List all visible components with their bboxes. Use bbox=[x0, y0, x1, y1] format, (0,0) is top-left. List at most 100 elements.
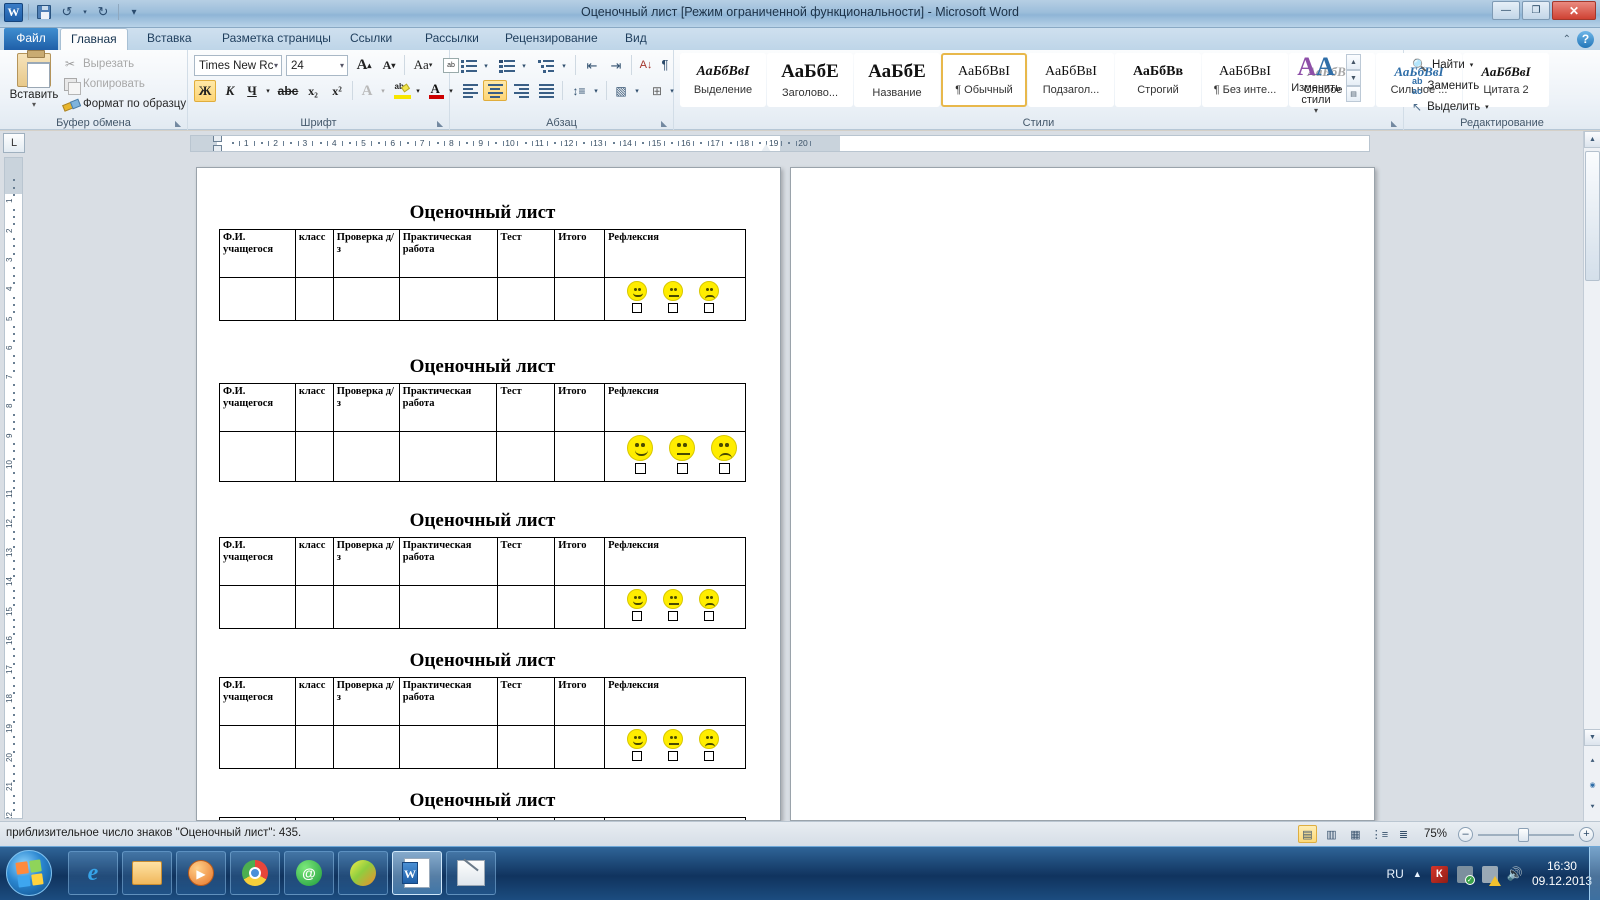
volume-icon[interactable]: 🔊 bbox=[1507, 866, 1523, 882]
table-cell-empty[interactable] bbox=[496, 585, 556, 629]
table-header-cell[interactable]: Ф.И. учащегося bbox=[219, 817, 296, 820]
reflection-checkbox[interactable] bbox=[668, 751, 679, 761]
strikethrough-button[interactable]: abc bbox=[276, 80, 300, 102]
scroll-up-button[interactable]: ▲ bbox=[1584, 131, 1600, 148]
shrink-font-button[interactable]: A ▾ bbox=[377, 54, 401, 76]
left-indent-marker[interactable] bbox=[213, 145, 222, 151]
table-cell-empty[interactable] bbox=[496, 725, 556, 769]
table-cell-empty[interactable] bbox=[496, 431, 556, 482]
tab-home[interactable]: Главная bbox=[60, 28, 128, 50]
vertical-scrollbar[interactable]: ▲ ▼ ⯅ ◉ ⯆ bbox=[1583, 131, 1600, 821]
table-cell-empty[interactable] bbox=[332, 277, 400, 321]
style-item-5[interactable]: АаБбВв Строгий bbox=[1115, 53, 1201, 107]
tab-references[interactable]: Ссылки bbox=[340, 28, 402, 50]
clock[interactable]: 16:30 09.12.2013 bbox=[1532, 859, 1592, 889]
grading-table[interactable]: Ф.И. учащегосяклассПроверка д/зПрактичес… bbox=[219, 677, 746, 769]
taskbar-item-google-chrome[interactable] bbox=[230, 851, 280, 895]
find-dropdown-icon[interactable]: ▾ bbox=[1470, 61, 1474, 69]
reflection-option-happy[interactable] bbox=[627, 281, 648, 313]
tab-insert[interactable]: Вставка bbox=[137, 28, 202, 50]
reflection-checkbox[interactable] bbox=[632, 751, 643, 761]
table-header-cell[interactable]: Проверка д/з bbox=[332, 383, 400, 432]
network-icon[interactable] bbox=[1481, 865, 1501, 886]
grading-table[interactable]: Ф.И. учащегосяклассПроверка д/зПрактичес… bbox=[219, 229, 746, 321]
reflection-checkbox[interactable] bbox=[704, 611, 715, 621]
table-header-cell[interactable]: Итого bbox=[554, 383, 606, 432]
taskbar-item-paint-tool[interactable] bbox=[446, 851, 496, 895]
reflection-cell[interactable] bbox=[604, 725, 746, 769]
table-header-cell[interactable]: Проверка д/з bbox=[332, 537, 400, 586]
style-item-4[interactable]: АаБбВвI Подзагол... bbox=[1028, 53, 1114, 107]
tab-page-layout[interactable]: Разметка страницы bbox=[212, 28, 341, 50]
subscript-button[interactable]: x₂ bbox=[302, 80, 324, 102]
table-cell-empty[interactable] bbox=[398, 431, 498, 482]
underline-button[interactable]: Ч bbox=[242, 80, 262, 102]
italic-button[interactable]: К bbox=[220, 80, 240, 102]
table-header-cell[interactable]: Тест bbox=[496, 817, 556, 820]
tab-review[interactable]: Рецензирование bbox=[495, 28, 608, 50]
right-indent-marker[interactable] bbox=[760, 144, 771, 151]
view-draft-button[interactable]: ≣ bbox=[1394, 825, 1413, 843]
reflection-option-sad[interactable] bbox=[699, 281, 720, 313]
reflection-checkbox[interactable] bbox=[704, 751, 715, 761]
tab-mailings[interactable]: Рассылки bbox=[415, 28, 489, 50]
table-cell-empty[interactable] bbox=[332, 725, 400, 769]
paragraph-launcher-icon[interactable]: ◣ bbox=[661, 119, 670, 128]
zoom-slider-thumb[interactable] bbox=[1518, 827, 1529, 842]
reflection-cell[interactable] bbox=[604, 277, 746, 321]
grow-font-button[interactable]: A ▴ bbox=[352, 54, 376, 76]
sort-button[interactable]: А↓ bbox=[635, 54, 657, 75]
view-full-screen-reading-button[interactable]: ▥ bbox=[1322, 825, 1341, 843]
align-center-button[interactable] bbox=[483, 80, 507, 101]
table-header-cell[interactable]: Проверка д/з bbox=[332, 229, 400, 278]
table-cell-empty[interactable] bbox=[294, 277, 334, 321]
tab-stop-selector[interactable]: L bbox=[3, 133, 25, 153]
multilevel-dropdown-icon[interactable]: ▾ bbox=[558, 55, 570, 76]
tab-file[interactable]: Файл bbox=[4, 28, 58, 50]
highlight-button[interactable]: ab bbox=[392, 80, 412, 102]
table-cell-empty[interactable] bbox=[554, 725, 606, 769]
language-indicator[interactable]: RU bbox=[1386, 867, 1403, 881]
table-header-cell[interactable]: класс bbox=[294, 229, 334, 278]
reflection-option-sad[interactable] bbox=[699, 589, 720, 621]
style-item-1[interactable]: АаБбЕ Заголово... bbox=[767, 53, 853, 107]
font-color-button[interactable]: A bbox=[427, 80, 445, 102]
table-header-cell[interactable]: Рефлексия bbox=[604, 383, 746, 432]
reflection-option-neutral[interactable] bbox=[663, 281, 684, 313]
table-header-cell[interactable]: Тест bbox=[496, 229, 556, 278]
table-cell-empty[interactable] bbox=[398, 585, 498, 629]
table-cell-empty[interactable] bbox=[332, 585, 400, 629]
first-line-indent-marker[interactable] bbox=[213, 136, 222, 142]
reflection-cell[interactable] bbox=[604, 585, 746, 629]
table-cell-empty[interactable] bbox=[294, 725, 334, 769]
table-header-cell[interactable]: Практическая работа bbox=[398, 383, 498, 432]
line-spacing-dropdown-icon[interactable]: ▾ bbox=[590, 80, 602, 101]
multilevel-list-button[interactable] bbox=[534, 55, 558, 76]
style-item-2[interactable]: АаБбЕ Название bbox=[854, 53, 940, 107]
shading-button[interactable]: ▧ bbox=[610, 80, 632, 101]
table-cell-empty[interactable] bbox=[554, 585, 606, 629]
decrease-indent-button[interactable]: ⇤ bbox=[580, 55, 604, 76]
usb-icon[interactable]: ✓ bbox=[1456, 865, 1475, 885]
show-desktop-button[interactable] bbox=[1589, 847, 1600, 900]
scrollbar-thumb[interactable] bbox=[1585, 151, 1600, 281]
scroll-down-button[interactable]: ▼ bbox=[1584, 729, 1600, 746]
table-header-cell[interactable]: класс bbox=[294, 817, 334, 820]
reflection-option-happy[interactable] bbox=[627, 589, 648, 621]
style-item-0[interactable]: АаБбВвI Выделение bbox=[680, 53, 766, 107]
change-case-button[interactable]: Aa ▾ bbox=[408, 54, 438, 76]
reflection-option-neutral[interactable] bbox=[663, 589, 684, 621]
start-button[interactable] bbox=[6, 850, 52, 896]
font-size-combobox[interactable]: 24 ▾ bbox=[286, 55, 348, 76]
font-name-combobox[interactable]: Times New Rc ▾ bbox=[194, 55, 282, 76]
collapse-ribbon-icon[interactable]: ⌃ bbox=[1563, 34, 1571, 45]
find-button[interactable]: 🔍 Найти ▾ bbox=[1412, 54, 1489, 75]
numbering-dropdown-icon[interactable]: ▾ bbox=[518, 55, 530, 76]
format-painter-button[interactable]: Формат по образцу bbox=[62, 94, 186, 114]
document-page-1[interactable]: Оценочный лист Ф.И. учащегося класс Проверк… bbox=[196, 167, 781, 821]
taskbar-item-media-player[interactable]: ▶ bbox=[176, 851, 226, 895]
style-item-6[interactable]: АаБбВвI ¶ Без инте... bbox=[1202, 53, 1288, 107]
text-effects-dropdown-icon[interactable]: ▾ bbox=[377, 80, 389, 102]
previous-page-button[interactable]: ⯅ bbox=[1584, 753, 1600, 770]
taskbar-item-windows-explorer[interactable] bbox=[122, 851, 172, 895]
